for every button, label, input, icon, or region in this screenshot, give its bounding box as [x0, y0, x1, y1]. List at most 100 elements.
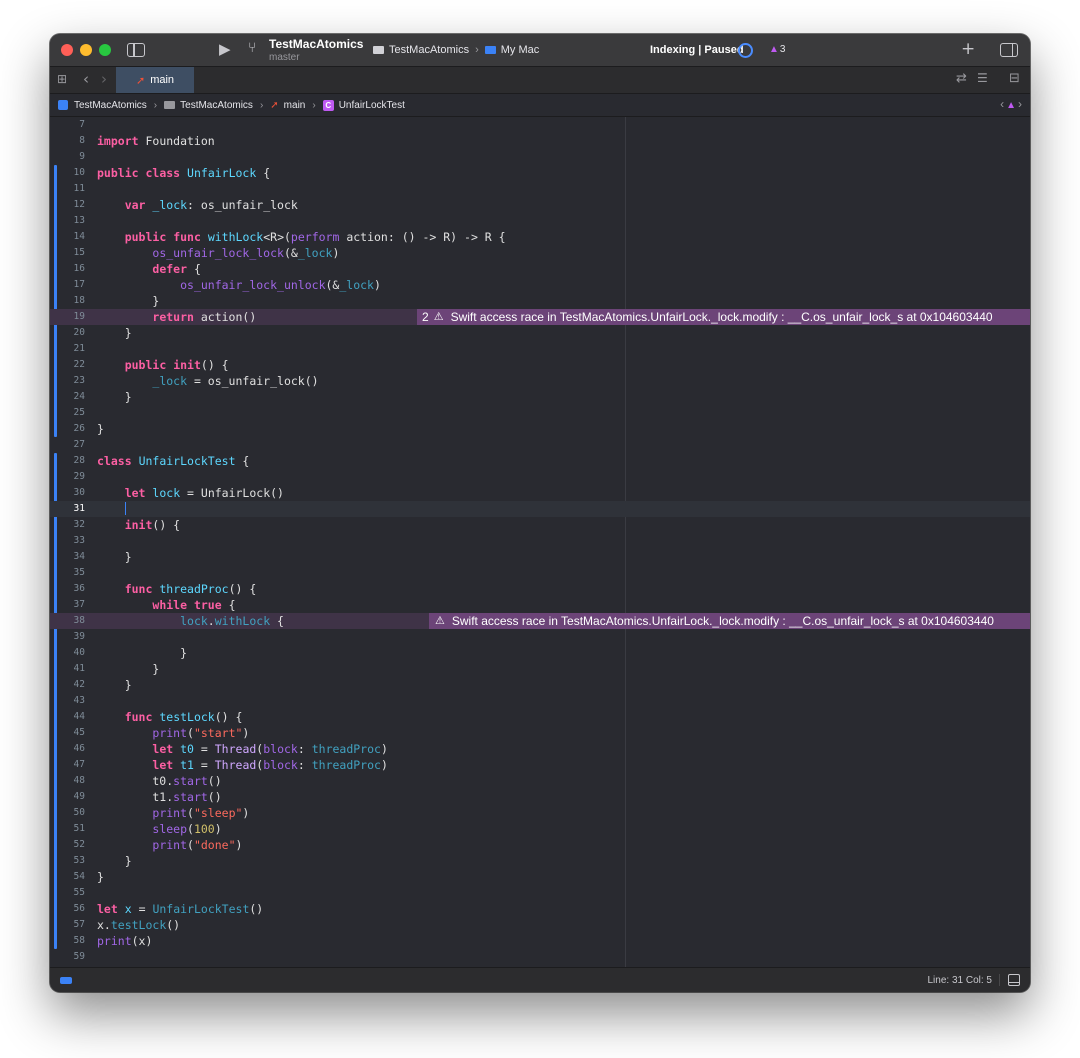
code-line[interactable]: 26} — [50, 421, 1030, 437]
code-line[interactable]: 43 — [50, 693, 1030, 709]
code-line[interactable]: 54} — [50, 869, 1030, 885]
code-line[interactable]: 40 } — [50, 645, 1030, 661]
line-number: 41 — [73, 663, 85, 674]
code-line[interactable]: 53 } — [50, 853, 1030, 869]
code-line[interactable]: 52 print("done") — [50, 837, 1030, 853]
code-line[interactable]: 51 sleep(100) — [50, 821, 1030, 837]
add-editor-icon[interactable]: ⊟ — [1009, 71, 1020, 86]
scheme-name: TestMacAtomics — [389, 44, 470, 56]
code-line[interactable]: 19 return action() 2 ⚠ Swift access race in… — [50, 309, 1030, 325]
code-line[interactable]: 8 import Foundation — [50, 133, 1030, 149]
code-line[interactable]: 29 — [50, 469, 1030, 485]
code-line[interactable]: 11 — [50, 181, 1030, 197]
code-line[interactable]: 33 — [50, 533, 1030, 549]
code-line[interactable]: 17 os_unfair_lock_unlock(&_lock) — [50, 277, 1030, 293]
code-line[interactable]: 42 } — [50, 677, 1030, 693]
source-editor[interactable]: 7 8 import Foundation 9 10 public class Unfai… — [50, 117, 1030, 967]
code-text: print("done") — [152, 838, 243, 852]
code-line[interactable]: 49 t1.start() — [50, 789, 1030, 805]
code-line[interactable]: 57 x.testLock() — [50, 917, 1030, 933]
code-line[interactable]: 12 var _lock: os_unfair_lock — [50, 197, 1030, 213]
line-number: 49 — [73, 791, 85, 802]
code-text: public init() { — [124, 358, 229, 372]
code-line[interactable]: 36 func threadProc() { — [50, 581, 1030, 597]
code-line[interactable]: 55 — [50, 885, 1030, 901]
issue-annotation[interactable]: 2 ⚠ Swift access race in TestMacAtomics.Un… — [417, 309, 1030, 325]
panel-icon[interactable] — [1008, 974, 1020, 986]
warning-icon: ⚠ — [435, 614, 445, 627]
code-line[interactable]: 45 print("start") — [50, 725, 1030, 741]
line-number: 21 — [73, 343, 85, 354]
code-text: let t1 = Thread(block: threadProc) — [152, 758, 388, 772]
line-number: 24 — [73, 391, 85, 402]
breadcrumb-project[interactable]: TestMacAtomics — [50, 100, 147, 111]
code-line[interactable]: 35 — [50, 565, 1030, 581]
code-line[interactable]: 13 — [50, 213, 1030, 229]
code-line[interactable]: 28 class UnfairLockTest { — [50, 453, 1030, 469]
code-text: sleep(100) — [152, 822, 222, 836]
code-line[interactable]: 44 func testLock() { — [50, 709, 1030, 725]
refresh-icon[interactable]: ⇄ — [956, 71, 967, 86]
code-text: } — [97, 550, 132, 564]
line-number: 57 — [73, 919, 85, 930]
scheme-selector[interactable]: TestMacAtomics › My Mac — [373, 42, 539, 58]
line-number: 27 — [73, 439, 85, 450]
code-line[interactable]: 9 — [50, 149, 1030, 165]
code-line[interactable]: 20 } — [50, 325, 1030, 341]
breadcrumb-folder[interactable]: TestMacAtomics — [164, 100, 253, 111]
debug-area-icon[interactable] — [60, 977, 72, 984]
code-line[interactable]: 27 — [50, 437, 1030, 453]
code-line[interactable]: 15 os_unfair_lock_lock(&_lock) — [50, 245, 1030, 261]
code-line[interactable]: 18 } — [50, 293, 1030, 309]
line-number: 42 — [73, 679, 85, 690]
line-number: 11 — [73, 183, 85, 194]
tab-main[interactable]: ➚ main — [116, 67, 194, 93]
code-line[interactable]: 16 defer { — [50, 261, 1030, 277]
code-line[interactable]: 14 public func withLock<R>(perform actio… — [50, 229, 1030, 245]
issue-navigator-arrows[interactable]: ‹ ▲ › — [1000, 97, 1022, 111]
code-line[interactable]: 58 print(x) — [50, 933, 1030, 949]
code-line[interactable]: 46 let t0 = Thread(block: threadProc) — [50, 741, 1030, 757]
sidebar-icon[interactable] — [127, 43, 145, 57]
adjust-editor-icon[interactable]: ☰ — [977, 71, 988, 85]
chevron-left-icon[interactable]: ‹ — [83, 70, 89, 88]
code-line[interactable]: 10 public class UnfairLock { — [50, 165, 1030, 181]
plus-icon[interactable]: + — [961, 39, 975, 59]
code-line[interactable]: 32 init() { — [50, 517, 1030, 533]
code-line[interactable]: 30 let lock = UnfairLock() — [50, 485, 1030, 501]
inspector-icon[interactable] — [1000, 43, 1018, 57]
code-line[interactable]: 38 lock.withLock {⚠ Swift access race in … — [50, 613, 1030, 629]
xcode-window: ▶ ⑂ TestMacAtomics master TestMacAtomics… — [50, 34, 1030, 992]
code-line[interactable]: 37 while true { — [50, 597, 1030, 613]
code-line[interactable]: 41 } — [50, 661, 1030, 677]
code-line[interactable]: 39 — [50, 629, 1030, 645]
issue-annotation[interactable]: ⚠ Swift access race in TestMacAtomics.Unf… — [429, 613, 1030, 629]
code-line[interactable]: 21 — [50, 341, 1030, 357]
warning-badge[interactable]: ▲3 — [769, 44, 785, 55]
chevron-right-icon[interactable]: › — [101, 70, 107, 88]
code-line[interactable]: 7 — [50, 117, 1030, 133]
code-line[interactable]: 25 — [50, 405, 1030, 421]
line-number: 12 — [73, 199, 85, 210]
code-line[interactable]: 22 public init() { — [50, 357, 1030, 373]
breadcrumb-symbol[interactable]: C UnfairLockTest — [322, 99, 405, 111]
code-line[interactable]: 24 } — [50, 389, 1030, 405]
run-icon[interactable]: ▶ — [219, 40, 231, 58]
code-line[interactable]: 31 — [50, 501, 1030, 517]
close-button[interactable] — [61, 44, 73, 56]
minimize-button[interactable] — [80, 44, 92, 56]
line-number: 54 — [73, 871, 85, 882]
warning-icon: ⚠ — [433, 310, 444, 323]
grid-icon[interactable]: ⊞ — [57, 72, 67, 86]
code-line[interactable]: 56 let x = UnfairLockTest() — [50, 901, 1030, 917]
code-line[interactable]: 50 print("sleep") — [50, 805, 1030, 821]
branch-icon[interactable]: ⑂ — [248, 40, 256, 56]
zoom-button[interactable] — [99, 44, 111, 56]
breadcrumb-file[interactable]: ➚ main — [270, 100, 305, 111]
code-line[interactable]: 23 _lock = os_unfair_lock() — [50, 373, 1030, 389]
code-text: print(x) — [97, 934, 153, 948]
code-line[interactable]: 47 let t1 = Thread(block: threadProc) — [50, 757, 1030, 773]
code-line[interactable]: 59 — [50, 949, 1030, 965]
code-line[interactable]: 34 } — [50, 549, 1030, 565]
code-line[interactable]: 48 t0.start() — [50, 773, 1030, 789]
